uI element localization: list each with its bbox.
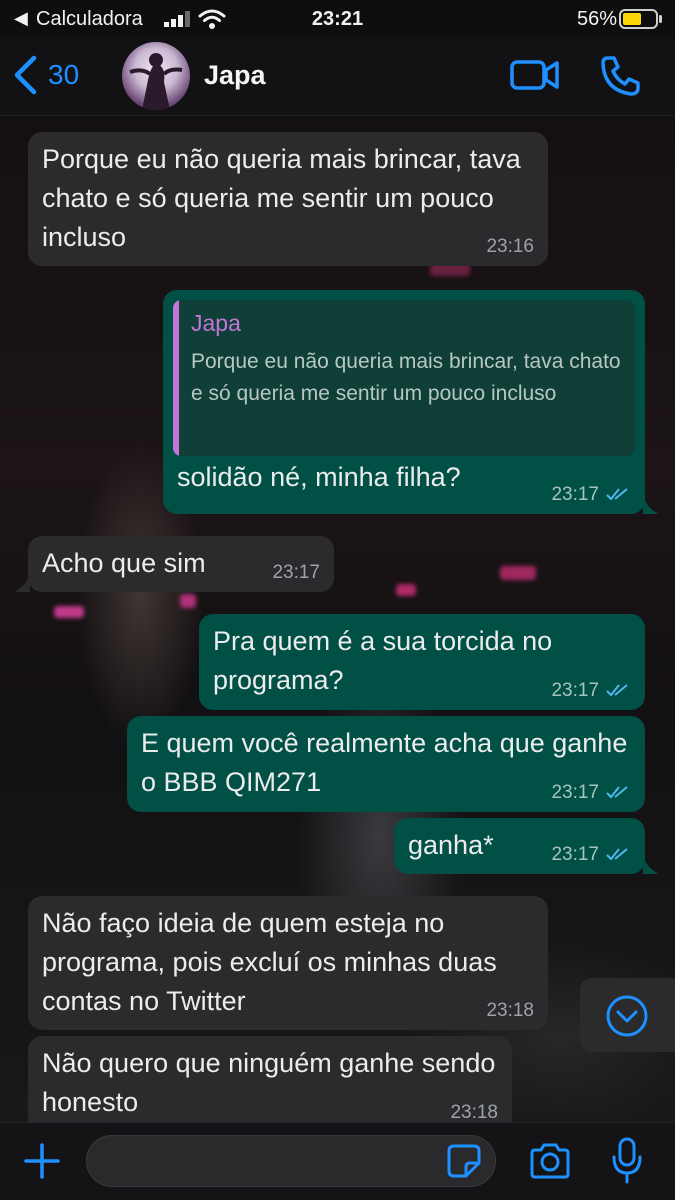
message-bubble-outgoing[interactable]: E quem você realmente acha que ganhe o B… bbox=[127, 716, 645, 812]
plus-icon[interactable] bbox=[22, 1141, 62, 1181]
message-input-bar bbox=[0, 1122, 675, 1200]
unread-chats-count: 30 bbox=[48, 59, 80, 90]
read-ticks-icon bbox=[606, 786, 628, 799]
reply-quote-text: Porque eu não queria mais brincar, tava … bbox=[191, 350, 621, 405]
chat-wallpaper: Porque eu não queria mais brincar, tava … bbox=[0, 116, 675, 1122]
reply-quote[interactable]: Japa Porque eu não queria mais brincar, … bbox=[173, 300, 635, 456]
message-bubble-outgoing[interactable]: Pra quem é a sua torcida no programa? 23… bbox=[199, 614, 645, 710]
scroll-to-bottom-button[interactable] bbox=[580, 978, 675, 1052]
battery-percentage: 56% bbox=[576, 8, 617, 30]
message-text: Acho que sim bbox=[42, 548, 206, 578]
chevron-down-circle-icon bbox=[606, 995, 648, 1037]
sticker-icon[interactable] bbox=[446, 1143, 482, 1179]
message-time: 23:17 bbox=[551, 782, 599, 803]
message-text: Pra quem é a sua torcida no programa? bbox=[213, 626, 553, 695]
message-text: Não faço ideia de quem esteja no program… bbox=[42, 908, 497, 1016]
message-bubble-outgoing[interactable]: Japa Porque eu não queria mais brincar, … bbox=[163, 290, 645, 514]
reply-quote-author: Japa bbox=[191, 310, 241, 336]
contact-avatar[interactable] bbox=[122, 42, 190, 110]
message-bubble-incoming[interactable]: Porque eu não queria mais brincar, tava … bbox=[28, 132, 548, 266]
message-text: solidão né, minha filha? bbox=[177, 462, 461, 492]
status-bar: ◀ Calculadora 23:21 56% bbox=[0, 0, 675, 38]
back-button[interactable]: 30 bbox=[12, 52, 79, 98]
video-call-icon[interactable] bbox=[510, 56, 560, 94]
read-ticks-icon bbox=[606, 848, 628, 861]
camera-icon[interactable] bbox=[528, 1141, 572, 1181]
bubble-tail bbox=[643, 496, 659, 514]
microphone-icon[interactable] bbox=[610, 1137, 644, 1185]
phone-icon[interactable] bbox=[600, 54, 640, 96]
message-bubble-incoming[interactable]: Não quero que ninguém ganhe sendo honest… bbox=[28, 1036, 512, 1122]
message-time: 23:17 bbox=[551, 484, 599, 505]
message-bubble-incoming[interactable]: Não faço ideia de quem esteja no program… bbox=[28, 896, 548, 1030]
message-input[interactable] bbox=[86, 1135, 496, 1187]
message-text: ganha* bbox=[408, 830, 494, 860]
reply-quote-bar bbox=[173, 300, 179, 456]
bubble-tail bbox=[643, 856, 659, 874]
message-bubble-outgoing[interactable]: ganha* 23:17 bbox=[394, 818, 645, 874]
message-time: 23:17 bbox=[551, 844, 599, 865]
chat-header: 30 Japa bbox=[0, 38, 675, 116]
message-text: Não quero que ninguém ganhe sendo honest… bbox=[42, 1048, 496, 1117]
contact-name[interactable]: Japa bbox=[204, 60, 266, 91]
status-time: 23:21 bbox=[311, 8, 364, 30]
chevron-left-icon bbox=[14, 55, 37, 95]
message-time: 23:18 bbox=[486, 1000, 534, 1021]
read-ticks-icon bbox=[606, 684, 628, 697]
message-time: 23:16 bbox=[486, 236, 534, 257]
bubble-tail bbox=[14, 574, 30, 592]
battery-icon bbox=[619, 9, 662, 29]
message-text: Porque eu não queria mais brincar, tava … bbox=[42, 144, 521, 252]
message-bubble-incoming[interactable]: Acho que sim 23:17 bbox=[28, 536, 334, 592]
message-time: 23:17 bbox=[272, 562, 320, 583]
message-time: 23:18 bbox=[450, 1102, 498, 1122]
read-ticks-icon bbox=[606, 488, 628, 501]
message-time: 23:17 bbox=[551, 680, 599, 701]
